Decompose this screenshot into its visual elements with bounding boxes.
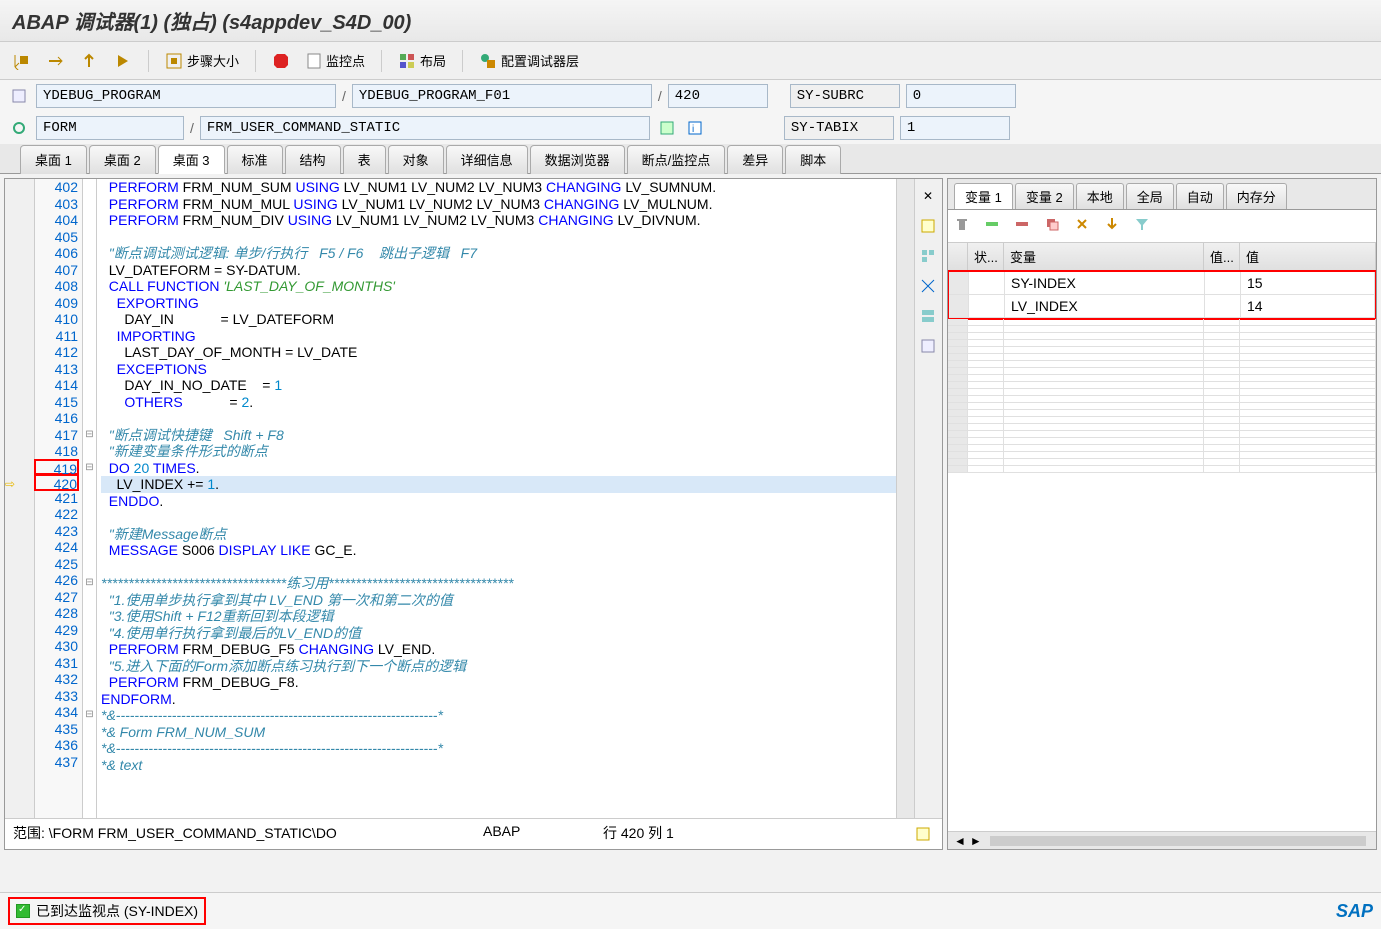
include-field[interactable]: YDEBUG_PROGRAM_F01	[352, 84, 652, 108]
var-tab-1[interactable]: 变量 2	[1015, 183, 1074, 209]
var-tab-5[interactable]: 内存分	[1226, 183, 1287, 209]
gear-icon[interactable]	[8, 117, 30, 139]
config-layer-button[interactable]: 配置调试器层	[475, 49, 583, 72]
var-tab-3[interactable]: 全局	[1126, 183, 1174, 209]
filter-icon[interactable]	[1134, 216, 1154, 236]
program-icon[interactable]	[8, 85, 30, 107]
step-size-button[interactable]: 步骤大小	[161, 49, 243, 72]
tab-5[interactable]: 表	[343, 145, 386, 174]
program-field[interactable]: YDEBUG_PROGRAM	[36, 84, 336, 108]
sy-subrc-label: SY-SUBRC	[790, 84, 900, 108]
lang-label: ABAP	[483, 823, 583, 845]
slash: /	[658, 88, 662, 104]
form-name-field[interactable]: FRM_USER_COMMAND_STATIC	[200, 116, 650, 140]
fold-column: ⊟⊟⊟⊟	[83, 179, 97, 818]
var-hscroll[interactable]: ◄►	[948, 831, 1376, 849]
check-icon	[16, 904, 30, 918]
watchpoint-button[interactable]: 监控点	[302, 49, 369, 72]
var-table: 状... 变量 值... 值 SY-INDEX15LV_INDEX14	[948, 243, 1376, 831]
tab-10[interactable]: 差异	[727, 145, 783, 174]
continue-icon[interactable]	[110, 50, 136, 72]
var-row[interactable]: LV_INDEX14	[949, 295, 1375, 318]
remove-row-icon[interactable]	[1014, 216, 1034, 236]
layout-button[interactable]: 布局	[394, 49, 450, 72]
slash: /	[342, 88, 346, 104]
new-icon[interactable]	[917, 215, 939, 237]
tree-icon[interactable]	[917, 245, 939, 267]
stop-icon[interactable]	[268, 50, 294, 72]
status-bar: 已到达监视点 (SY-INDEX) SAP	[0, 892, 1381, 929]
tab-3[interactable]: 标准	[227, 145, 283, 174]
col-valshort[interactable]: 值...	[1204, 243, 1240, 270]
main-tabstrip: 桌面 1桌面 2桌面 3标准结构表对象详细信息数据浏览器断点/监控点差异脚本	[0, 144, 1381, 174]
line-field[interactable]: 420	[668, 84, 768, 108]
close-pane-icon[interactable]: ✕	[917, 185, 939, 207]
window-title: ABAP 调试器(1) (独占) (s4appdev_S4D_00)	[0, 0, 1381, 42]
var-tab-4[interactable]: 自动	[1176, 183, 1224, 209]
tab-7[interactable]: 详细信息	[446, 145, 528, 174]
code-content[interactable]: PERFORM FRM_NUM_SUM USING LV_NUM1 LV_NUM…	[97, 179, 896, 818]
tab-9[interactable]: 断点/监控点	[627, 145, 726, 174]
code-scrollbar[interactable]	[896, 179, 914, 818]
tab-4[interactable]: 结构	[285, 145, 341, 174]
sy-tabix-label: SY-TABIX	[784, 116, 894, 140]
copy-icon[interactable]	[1044, 216, 1064, 236]
expand-icon[interactable]	[917, 275, 939, 297]
var-row[interactable]: SY-INDEX15	[949, 272, 1375, 295]
script-icon[interactable]	[917, 335, 939, 357]
program-info-row-2: FORM / FRM_USER_COMMAND_STATIC i SY-TABI…	[0, 112, 1381, 144]
watchpoint-label: 监控点	[326, 51, 365, 70]
layout-label: 布局	[420, 51, 446, 70]
main-toolbar: 步骤大小 监控点 布局 配置调试器层	[0, 42, 1381, 80]
var-header: 状... 变量 值... 值	[948, 243, 1376, 271]
tab-11[interactable]: 脚本	[785, 145, 841, 174]
status-message: 已到达监视点 (SY-INDEX)	[8, 897, 206, 925]
step-into-icon[interactable]	[8, 50, 34, 72]
gutter: ⇨	[5, 179, 35, 818]
var-tab-2[interactable]: 本地	[1076, 183, 1124, 209]
var-tab-0[interactable]: 变量 1	[954, 183, 1013, 209]
sap-logo: SAP	[1336, 901, 1373, 922]
delete-icon[interactable]	[954, 216, 974, 236]
code-status-bar: 范围: \FORM FRM_USER_COMMAND_STATIC\DO ABA…	[5, 818, 942, 849]
col-value[interactable]: 值	[1240, 243, 1376, 270]
slash: /	[190, 120, 194, 136]
info-icon[interactable]: i	[684, 117, 706, 139]
side-toolbar: ✕	[914, 179, 942, 818]
export-icon[interactable]	[1104, 216, 1124, 236]
pos-label: 行 420 列 1	[603, 823, 674, 845]
svg-text:i: i	[692, 124, 694, 135]
variables-pane: 变量 1变量 2本地全局自动内存分 状... 变量 值... 值 SY-INDE…	[947, 178, 1377, 850]
col-name[interactable]: 变量	[1004, 243, 1204, 270]
var-toolbar	[948, 210, 1376, 243]
col-status[interactable]: 状...	[968, 243, 1004, 270]
add-row-icon[interactable]	[984, 216, 1004, 236]
tools-icon[interactable]	[1074, 216, 1094, 236]
split-icon[interactable]	[917, 305, 939, 327]
tab-2[interactable]: 桌面 3	[158, 145, 225, 174]
var-tabstrip: 变量 1变量 2本地全局自动内存分	[948, 179, 1376, 210]
status-text: 已到达监视点 (SY-INDEX)	[36, 901, 198, 921]
tab-8[interactable]: 数据浏览器	[530, 145, 625, 174]
step-size-label: 步骤大小	[187, 51, 239, 70]
edit-icon[interactable]	[912, 823, 934, 845]
program-info-row-1: YDEBUG_PROGRAM / YDEBUG_PROGRAM_F01 / 42…	[0, 80, 1381, 112]
sy-subrc-value[interactable]: 0	[906, 84, 1016, 108]
line-numbers: 4024034044054064074084094104114124134144…	[35, 179, 83, 818]
step-out-icon[interactable]	[76, 50, 102, 72]
code-pane: ⇨ 40240340440540640740840941041141241341…	[4, 178, 943, 850]
step-over-icon[interactable]	[42, 50, 68, 72]
scope-label: 范围: \FORM FRM_USER_COMMAND_STATIC\DO	[13, 823, 463, 845]
tab-1[interactable]: 桌面 2	[89, 145, 156, 174]
tab-0[interactable]: 桌面 1	[20, 145, 87, 174]
sy-tabix-value[interactable]: 1	[900, 116, 1010, 140]
tab-6[interactable]: 对象	[388, 145, 444, 174]
form-label-field[interactable]: FORM	[36, 116, 184, 140]
nav-icon[interactable]	[656, 117, 678, 139]
config-layer-label: 配置调试器层	[501, 51, 579, 70]
